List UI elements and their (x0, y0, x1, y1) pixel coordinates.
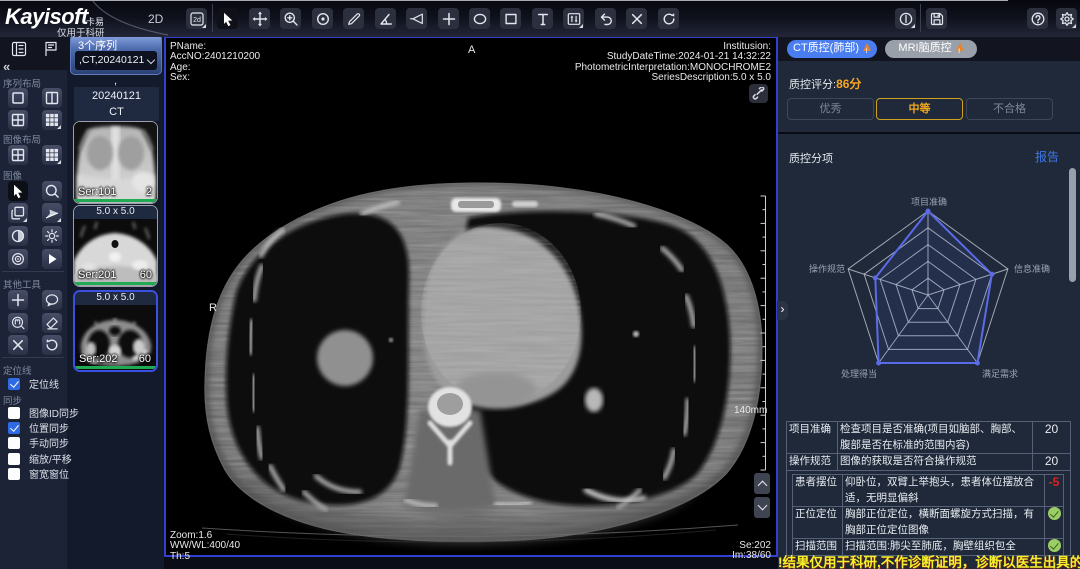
svg-text:2d: 2d (193, 16, 201, 23)
